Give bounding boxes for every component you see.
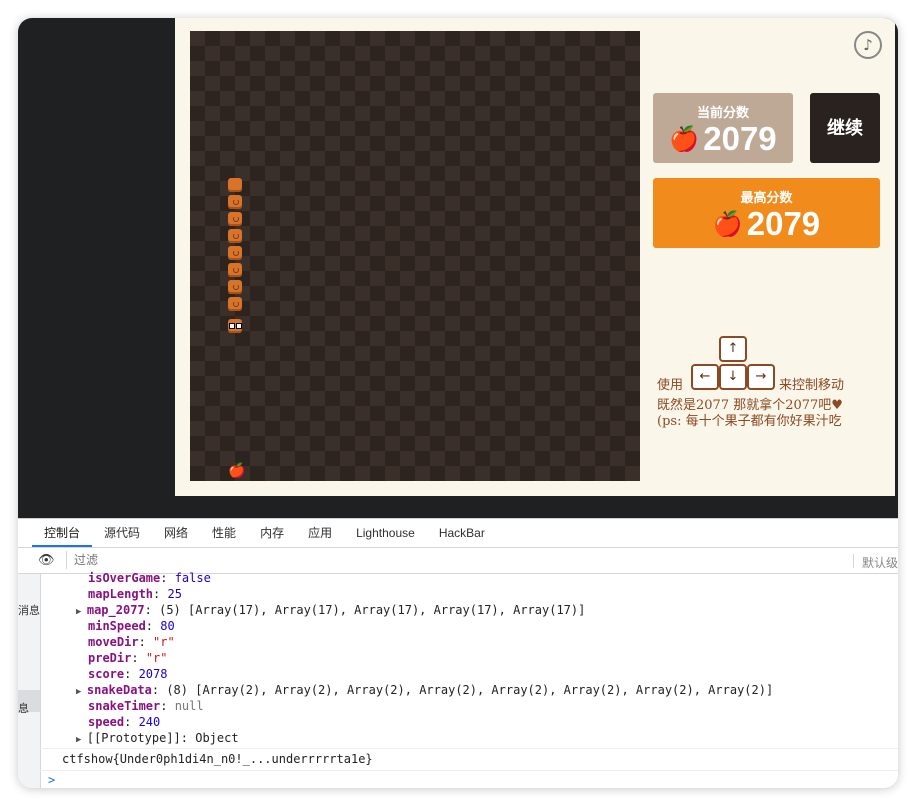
log-levels-dropdown[interactable]: 默认级 [862,554,898,571]
controls-help: ↑ ← ↓ → 使用 来控制移动 既然是2077 那就拿个2077吧♥ (ps:… [655,336,887,446]
console-property-line[interactable]: ▶ snakeData: (8) [Array(2), Array(2), Ar… [76,682,773,698]
tab-performance[interactable]: 性能 [200,519,248,547]
snake-head [228,319,242,333]
continue-button[interactable]: 继续 [810,93,880,163]
property-key: snakeTimer [88,699,161,713]
best-score-value: 2079 [746,205,821,242]
devtools-tabs: 控制台 源代码 网络 性能 内存 应用 Lighthouse HackBar [18,519,898,548]
console-property-line: mapLength: 25 [88,587,182,601]
expand-triangle-icon[interactable]: ▶ [76,687,87,697]
snake-segment [228,212,242,226]
sidebar-info[interactable]: 息 [18,700,29,716]
property-key: mapLength [88,587,154,601]
apple-icon: 🍎 [712,211,743,238]
console-property-line[interactable]: ▶ [[Prototype]]: Object [76,730,239,746]
property-value: "r" [153,635,175,649]
game-container: 🍎 ♪ 当前分数 🍎 2079 继续 最高分数 🍎 2079 ↑ ← ↓ → 使用 … [175,18,895,496]
current-score-value: 2079 [703,120,777,157]
tab-memory[interactable]: 内存 [248,519,296,547]
property-value: Object [195,731,239,745]
property-value: "r" [145,651,168,665]
help-use-text: 使用 [657,378,684,393]
arrow-right-key-icon: → [747,364,775,390]
console-output: isOverGame: false mapLength: 25 ▶ map_2077… [40,571,898,788]
tab-console[interactable]: 控制台 [32,519,93,547]
console-prompt[interactable]: > [48,772,55,788]
property-value: 240 [138,715,161,729]
help-line-3: (ps: 每十个果子都有你好果汁吃 [657,414,842,429]
snake-segment [228,229,242,243]
property-key: [[Prototype]] [86,731,181,745]
current-score-label: 当前分数 [696,105,749,120]
music-icon[interactable]: ♪ [854,31,882,59]
console-property-line[interactable]: ▶ map_2077: (5) [Array(17), Array(17), A… [76,602,585,618]
property-key: score [88,667,125,681]
tab-sources[interactable]: 源代码 [92,519,152,547]
property-key: isOverGame [88,571,161,585]
arrow-up-key-icon: ↑ [719,336,747,362]
property-key: speed [88,715,125,729]
property-value: (5) [Array(17), Array(17), Array(17), Ar… [159,603,586,617]
arrow-down-key-icon: ↓ [719,364,747,390]
tab-hackbar[interactable]: HackBar [427,519,497,547]
apple-icon: 🍎 [669,126,700,153]
devtools-panel: 控制台 源代码 网络 性能 内存 应用 Lighthouse HackBar 👁… [18,518,898,788]
property-key: preDir [88,651,132,665]
console-property-line: moveDir: "r" [88,635,175,649]
console-property-line: isOverGame: false [88,571,211,585]
game-board[interactable]: 🍎 [190,31,640,481]
snake-segment [228,297,242,311]
console-property-line: snakeTimer: null [88,699,204,713]
page-background: 🍎 ♪ 当前分数 🍎 2079 继续 最高分数 🍎 2079 ↑ ← ↓ → 使用 … [18,18,898,518]
snake-segment [228,280,242,294]
tab-network[interactable]: 网络 [152,519,200,547]
console-property-line: minSpeed: 80 [88,619,175,633]
tab-application[interactable]: 应用 [296,519,344,547]
property-value: 80 [160,619,175,633]
expand-triangle-icon[interactable]: ▶ [76,607,87,617]
apple-icon: 🍎 [228,462,246,478]
snake-segment [228,195,242,209]
console-property-line: preDir: "r" [88,651,168,665]
current-score-panel: 当前分数 🍎 2079 [653,93,793,163]
arrow-left-key-icon: ← [691,364,719,390]
best-score-label: 最高分数 [740,190,793,205]
property-key: moveDir [88,635,139,649]
best-score-panel: 最高分数 🍎 2079 [653,178,880,248]
browser-window: 🍎 ♪ 当前分数 🍎 2079 继续 最高分数 🍎 2079 ↑ ← ↓ → 使用 … [18,18,898,788]
property-value: false [174,571,211,585]
property-value: 2078 [138,667,168,681]
console-sidebar: 消息 息 [18,574,41,788]
property-key: map_2077 [86,603,145,617]
snake-segment [228,178,242,192]
console-property-line: speed: 240 [88,715,161,729]
property-value: null [174,699,204,713]
console-log-output: ctfshow{Under0ph1di4n_n0!_...underrrrrta… [62,752,373,766]
console-property-line: score: 2078 [88,667,168,681]
expand-triangle-icon[interactable]: ▶ [76,735,87,745]
sidebar-messages[interactable]: 消息 [18,602,40,618]
snake-segment [228,246,242,260]
property-value: 25 [167,587,182,601]
eye-icon[interactable]: 👁 [38,553,55,568]
filter-input[interactable] [72,551,846,569]
property-key: snakeData [86,683,152,697]
tab-lighthouse[interactable]: Lighthouse [344,519,427,547]
property-key: minSpeed [88,619,146,633]
property-value: (8) [Array(2), Array(2), Array(2), Array… [166,683,774,697]
snake-segment [228,263,242,277]
help-control-text: 来控制移动 [779,378,845,393]
